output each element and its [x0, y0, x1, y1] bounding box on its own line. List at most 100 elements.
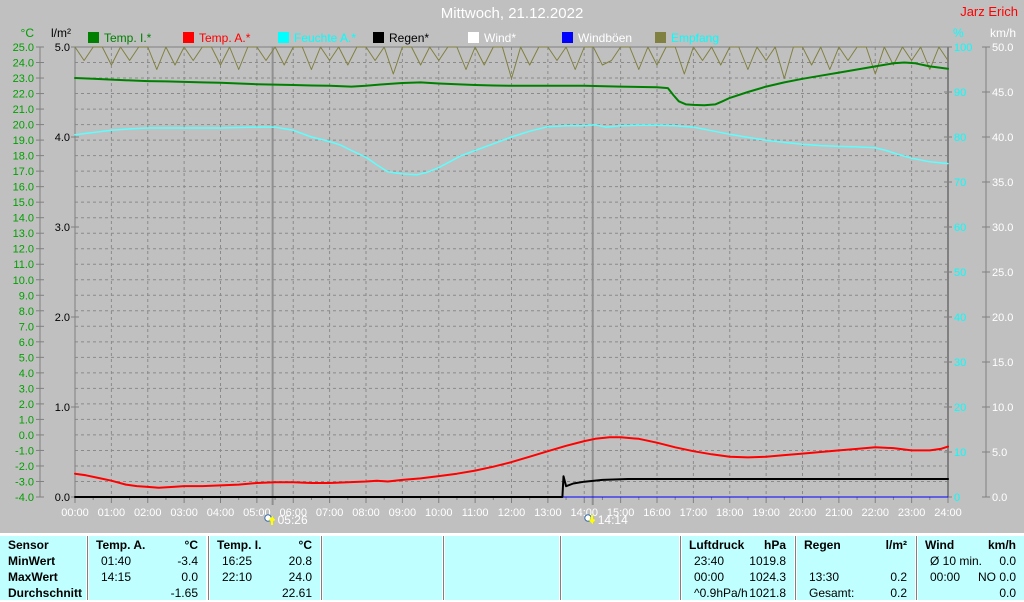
- table-data-row: ^0.9hPa/h 1021.8: [682, 585, 794, 601]
- cell-value: l/m²: [885, 538, 907, 552]
- table-header-row: Wind km/h: [918, 537, 1024, 553]
- table-data-row: 00:00 1024.3: [682, 569, 794, 585]
- table-data-row: Gesamt: 0.2: [797, 585, 915, 601]
- table-data-row: [445, 553, 559, 569]
- axis-label-percent: 40: [954, 312, 966, 324]
- table-data-row: [562, 569, 679, 585]
- table-data-row: 0.0: [918, 585, 1024, 601]
- axis-label-kmh: 20.0: [992, 312, 1013, 324]
- table-separator: [208, 536, 209, 600]
- x-axis-label: 02:00: [134, 507, 162, 519]
- axis-label-kmh: 25.0: [992, 267, 1013, 279]
- table-header-row: [445, 537, 559, 553]
- table-column-empty-4: [562, 536, 679, 600]
- axis-label-celsius: 0.0: [19, 430, 34, 442]
- cell-time: Gesamt:: [809, 586, 855, 600]
- x-axis-label: 23:00: [898, 507, 926, 519]
- x-axis-label: 16:00: [643, 507, 671, 519]
- axis-label-celsius: 24.0: [13, 58, 34, 70]
- axis-label-kmh: 5.0: [992, 447, 1007, 459]
- axis-label-kmh: 30.0: [992, 222, 1013, 234]
- x-axis-label: 20:00: [789, 507, 817, 519]
- sunrise-icon: [263, 514, 275, 525]
- table-separator: [321, 536, 322, 600]
- axis-label-percent: 20: [954, 402, 966, 414]
- x-axis-label: 00:00: [61, 507, 89, 519]
- axis-label-celsius: -2.0: [15, 461, 34, 473]
- table-data-row: 22:10 24.0: [210, 569, 320, 585]
- sunset-icon: [584, 514, 595, 525]
- cell-time: 00:00: [694, 570, 725, 584]
- cell-time: 13:30: [809, 570, 840, 584]
- axis-label-celsius: 15.0: [13, 197, 34, 209]
- axis-label-celsius: 5.0: [19, 352, 34, 364]
- cell-time: Temp. I.: [217, 538, 262, 552]
- x-axis-label: 17:00: [680, 507, 708, 519]
- x-axis-label: 08:00: [352, 507, 380, 519]
- x-axis-label: 10:00: [425, 507, 453, 519]
- table-data-row: [797, 553, 915, 569]
- x-axis-label: 18:00: [716, 507, 744, 519]
- axis-label-kmh: 40.0: [992, 132, 1013, 144]
- table-data-row: [445, 585, 559, 601]
- x-axis-label: 01:00: [98, 507, 126, 519]
- axis-label-kmh: 35.0: [992, 177, 1013, 189]
- axis-label-rain: 0.0: [55, 492, 70, 504]
- cell-value: -1.65: [170, 586, 198, 600]
- cell-value: hPa: [763, 538, 786, 552]
- table-data-row: [562, 553, 679, 569]
- table-header-row: [323, 537, 442, 553]
- axis-label-percent: 90: [954, 87, 966, 99]
- x-axis-label: 03:00: [170, 507, 198, 519]
- cell-value: 1024.3: [749, 570, 786, 584]
- axis-label-percent: 0: [954, 492, 960, 504]
- row-label-text: MinWert: [8, 554, 56, 568]
- axis-label-celsius: 18.0: [13, 151, 34, 163]
- axis-label-celsius: 21.0: [13, 104, 34, 116]
- axis-label-celsius: 7.0: [19, 321, 34, 333]
- axis-label-percent: 10: [954, 447, 966, 459]
- table-row-label-column: Sensor MinWert MaxWert Durchschnitt: [0, 536, 86, 600]
- cell-time: 14:15: [101, 570, 132, 584]
- table-header-row: [562, 537, 679, 553]
- table-column-empty-3: [445, 536, 559, 600]
- cell-time: Wind: [925, 538, 955, 552]
- x-axis-label: 07:00: [316, 507, 344, 519]
- x-axis-label: 24:00: [934, 507, 962, 519]
- table-data-row: 01:40 -3.4: [89, 553, 206, 569]
- cell-time: ^0.9hPa/h: [694, 586, 748, 600]
- cell-value: 24.0: [288, 570, 312, 584]
- axis-label-rain: 5.0: [55, 42, 70, 54]
- axis-label-kmh: 50.0: [992, 42, 1013, 54]
- table-data-row: 23:40 1019.8: [682, 553, 794, 569]
- axis-label-percent: 70: [954, 177, 966, 189]
- table-data-row: [323, 569, 442, 585]
- cell-value: -3.4: [177, 554, 198, 568]
- table-data-row: [445, 569, 559, 585]
- axis-label-celsius: 22.0: [13, 89, 34, 101]
- table-separator: [443, 536, 444, 600]
- x-axis-label: 21:00: [825, 507, 853, 519]
- table-column-wind: Wind km/h Ø 10 min. 0.0 00:00 NO 0.0 0.0: [918, 536, 1024, 600]
- table-header-row: Temp. I. °C: [210, 537, 320, 553]
- table-data-row: Ø 10 min. 0.0: [918, 553, 1024, 569]
- cell-value: °C: [184, 538, 198, 552]
- table-data-row: 14:15 0.0: [89, 569, 206, 585]
- cell-value: °C: [298, 538, 312, 552]
- cell-time: Regen: [804, 538, 841, 552]
- axis-label-percent: 100: [954, 42, 972, 54]
- axis-label-celsius: 13.0: [13, 228, 34, 240]
- cell-value: 0.0: [999, 586, 1016, 600]
- table-header-row: Regen l/m²: [797, 537, 915, 553]
- axis-label-celsius: 6.0: [19, 337, 34, 349]
- cell-time: Temp. A.: [96, 538, 146, 552]
- sun-time-label: 14:14: [597, 513, 628, 527]
- cell-time: Luftdruck: [689, 538, 745, 552]
- axis-label-celsius: 14.0: [13, 213, 34, 225]
- table-header-row: Temp. A. °C: [89, 537, 206, 553]
- axis-label-rain: 3.0: [55, 222, 70, 234]
- cell-value: 0.2: [890, 570, 907, 584]
- table-row-label: Sensor: [0, 537, 86, 553]
- axis-label-rain: 2.0: [55, 312, 70, 324]
- x-axis-label: 09:00: [389, 507, 417, 519]
